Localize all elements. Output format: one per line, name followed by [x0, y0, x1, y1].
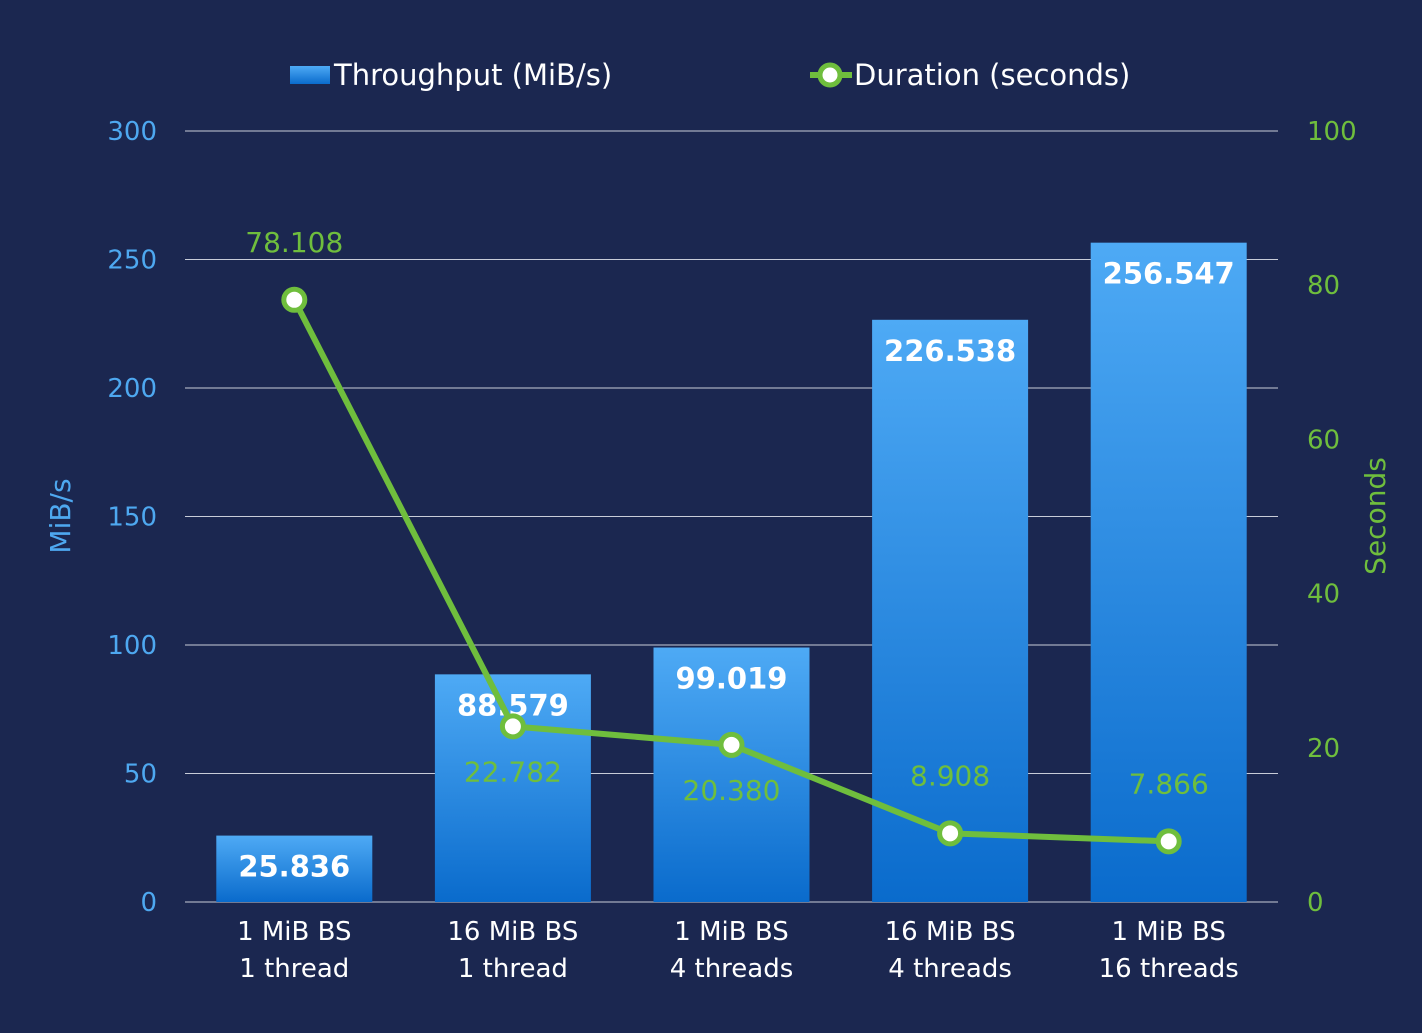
left-tick-label: 250 [107, 246, 157, 276]
duration-point [1155, 828, 1182, 855]
category-label: 16 threads [1099, 954, 1239, 984]
left-axis: 0 50 100 150 200 250 300 MiB/s [44, 117, 157, 918]
category-label: 16 MiB BS [447, 917, 578, 947]
chart-container: 0 50 100 150 200 250 300 MiB/s 0 20 40 60 80 100 Seco… [0, 0, 1422, 1029]
legend-label-throughput: Throughput (MiB/s) [333, 58, 612, 92]
category-label: 4 threads [670, 954, 794, 984]
combo-chart: 0 50 100 150 200 250 300 MiB/s 0 20 40 60 80 100 Seco… [44, 58, 1392, 984]
right-axis: 0 20 40 60 80 100 Seconds [1307, 117, 1392, 918]
category-label: 1 MiB BS [237, 917, 351, 947]
right-tick-label: 80 [1307, 271, 1340, 301]
duration-value-label: 20.380 [683, 774, 781, 807]
right-tick-label: 60 [1307, 425, 1340, 455]
throughput-value-label: 99.019 [676, 662, 788, 696]
legend-marker-duration [817, 62, 843, 88]
category-label: 1 MiB BS [1111, 917, 1225, 947]
category-label: 16 MiB BS [885, 917, 1016, 947]
left-tick-label: 150 [107, 503, 157, 533]
right-tick-label: 20 [1307, 734, 1340, 764]
category-label: 4 threads [888, 954, 1012, 984]
legend-label-duration: Duration (seconds) [854, 58, 1130, 92]
right-axis-title: Seconds [1359, 457, 1392, 575]
throughput-bar [872, 319, 1029, 902]
left-tick-label: 300 [107, 117, 157, 147]
throughput-value-label: 25.836 [238, 850, 350, 884]
category-label: 1 thread [239, 954, 349, 984]
duration-value-label: 78.108 [245, 226, 343, 259]
duration-value-label: 22.782 [464, 755, 562, 788]
left-axis-title: MiB/s [44, 478, 77, 553]
duration-point [281, 286, 308, 313]
duration-point [718, 731, 745, 758]
throughput-value-label: 226.538 [884, 334, 1016, 368]
duration-point [499, 713, 526, 740]
category-label: 1 thread [458, 954, 568, 984]
left-tick-label: 100 [107, 631, 157, 661]
right-tick-label: 0 [1307, 888, 1324, 918]
legend-swatch-throughput [290, 66, 330, 84]
duration-point [937, 820, 964, 847]
duration-value-label: 7.866 [1129, 767, 1209, 800]
left-tick-label: 50 [124, 760, 157, 790]
duration-value-label: 8.908 [910, 759, 990, 792]
legend: Throughput (MiB/s) Duration (seconds) [290, 58, 1130, 92]
right-tick-label: 40 [1307, 580, 1340, 610]
x-axis-categories: 1 MiB BS 1 thread 16 MiB BS 1 thread 1 MiB B… [237, 917, 1239, 984]
right-tick-label: 100 [1307, 117, 1357, 147]
throughput-value-label: 256.547 [1103, 257, 1235, 291]
left-tick-label: 200 [107, 374, 157, 404]
category-label: 1 MiB BS [674, 917, 788, 947]
throughput-bar [1090, 242, 1247, 903]
left-tick-label: 0 [140, 888, 157, 918]
